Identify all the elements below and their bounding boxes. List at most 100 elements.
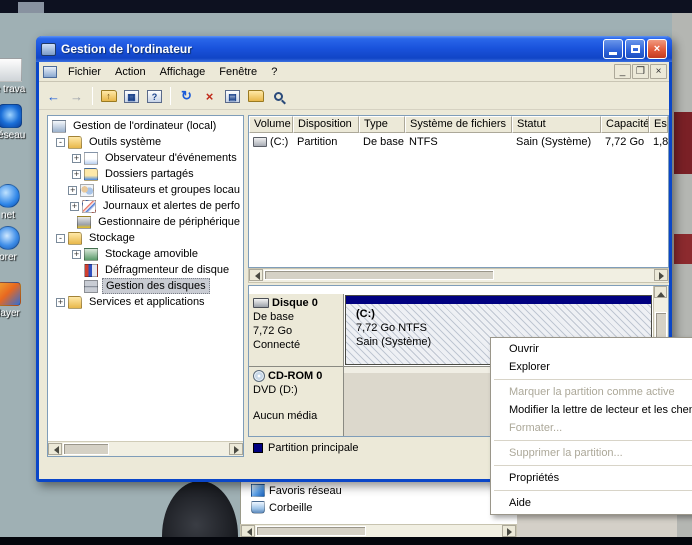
mdi-restore-button[interactable]: ❐ [632,64,649,79]
tree-item-defragmenteur[interactable]: Défragmenteur de disque [48,262,243,278]
internet-icon [0,184,20,208]
tree-item-gestion-des-disques[interactable]: Gestion des disques [48,278,243,294]
desktop-icon-network[interactable]: réseau [0,104,28,141]
up-folder-icon[interactable]: ↑ [98,86,119,107]
menu-separator [494,465,692,466]
column-header-statut[interactable]: Statut [512,116,601,133]
tree-horizontal-scrollbar[interactable] [48,441,243,456]
minimize-button[interactable] [603,39,623,59]
tree-item-observateur-evenements[interactable]: + Observateur d'événements [48,150,243,166]
context-menu-explorer[interactable]: Explorer [491,358,692,376]
search-icon[interactable] [268,86,289,107]
scrollbar-thumb[interactable] [63,443,109,455]
column-header-espace[interactable]: Esp [649,116,668,133]
desktop-icon-label: layer [0,308,27,319]
collapse-icon[interactable]: - [56,138,65,147]
column-header-volume[interactable]: Volume [249,116,293,133]
disk0-card[interactable]: Disque 0 De base 7,72 Go Connecté [249,294,344,366]
column-header-type[interactable]: Type [359,116,405,133]
tree-item-utilisateurs-groupes[interactable]: + Utilisateurs et groupes locau [48,182,243,198]
menu-help[interactable]: ? [264,64,284,80]
context-menu-modifier-lettre[interactable]: Modifier la lettre de lecteur et les che… [491,401,692,419]
tree-item-gestionnaire-peripheriques[interactable]: Gestionnaire de périphérique [48,214,243,230]
help-icon[interactable]: ? [144,86,165,107]
tree-item-stockage[interactable]: - Stockage [48,230,243,246]
context-menu-aide[interactable]: Aide [491,494,692,512]
open-folder-icon[interactable] [245,86,266,107]
scroll-right-button[interactable] [654,269,668,281]
disk0-name: Disque 0 [272,297,318,309]
column-header-capacite[interactable]: Capacité [601,116,649,133]
minimize-icon [609,52,617,55]
cdrom-card[interactable]: CD-ROM 0 DVD (D:) Aucun média [249,367,344,437]
menu-affichage[interactable]: Affichage [153,64,213,80]
tree-item-dossiers-partages[interactable]: + Dossiers partagés [48,166,243,182]
refresh-icon[interactable]: ↻ [176,86,197,107]
tree-item-root[interactable]: Gestion de l'ordinateur (local) [48,118,243,134]
column-header-systeme-fichiers[interactable]: Système de fichiers [405,116,512,133]
scroll-left-button[interactable] [241,525,255,537]
delete-icon[interactable]: × [199,86,220,107]
background-red-block [674,112,692,174]
desktop-icon-internet[interactable]: net [0,184,26,221]
console-window-icon[interactable] [43,66,57,78]
network-icon [0,104,22,128]
partition-name: (C:) [356,308,431,320]
menu-fenetre[interactable]: Fenêtre [212,64,264,80]
toolbar-separator [92,87,93,105]
back-icon[interactable]: ← [43,86,64,107]
computer-management-icon [41,43,56,56]
maximize-button[interactable] [625,39,645,59]
context-menu-ouvrir[interactable]: Ouvrir [491,340,692,358]
volume-row-c[interactable]: (C:) Partition De base NTFS Sain (Systèm… [249,133,668,150]
context-menu-proprietes[interactable]: Propriétés [491,469,692,487]
volume-list-header: Volume Disposition Type Système de fichi… [249,116,668,133]
tree-item-outils-systeme[interactable]: - Outils système [48,134,243,150]
scroll-left-button[interactable] [249,269,263,281]
partition-context-menu: Ouvrir Explorer Marquer la partition com… [490,337,692,515]
mdi-minimize-button[interactable]: _ [614,64,631,79]
tree-item-services-applications[interactable]: + Services et applications [48,294,243,310]
users-icon [80,184,94,197]
desktop-icon-document[interactable]: e trava [0,58,28,95]
removable-storage-icon [84,248,98,261]
menu-fichier[interactable]: Fichier [61,64,108,80]
background-red-block [674,234,692,264]
arrow-left-icon [50,446,59,454]
expand-icon[interactable]: + [72,250,81,259]
scrollbar-thumb[interactable] [256,526,366,536]
menu-separator [494,440,692,441]
cdrom-name: CD-ROM 0 [268,370,322,382]
title-bar[interactable]: Gestion de l'ordinateur × [36,36,672,62]
background-horizontal-scrollbar[interactable] [240,524,517,538]
tree-item-recycle-bin[interactable]: Corbeille [241,499,517,516]
tree-item-network-places[interactable]: Favoris réseau [241,482,517,499]
volume-disposition: Partition [293,135,359,149]
desktop-icon-media-player[interactable]: layer [0,282,27,319]
expand-icon[interactable]: + [72,154,81,163]
scroll-up-button[interactable] [654,286,667,298]
expand-icon[interactable]: + [56,298,65,307]
desktop-icon-explorer[interactable]: orer [0,226,26,263]
properties-icon[interactable]: ▤ [222,86,243,107]
scroll-right-button[interactable] [229,443,243,455]
scroll-left-button[interactable] [48,443,62,455]
show-hide-tree-icon[interactable]: ▦ [121,86,142,107]
scroll-right-button[interactable] [502,525,516,537]
list-horizontal-scrollbar[interactable] [248,268,669,283]
forward-icon[interactable]: → [66,86,87,107]
desktop-icon-label: réseau [0,130,28,141]
close-icon: × [654,43,660,55]
collapse-icon[interactable]: - [56,234,65,243]
tree-item-journaux-alertes[interactable]: + Journaux et alertes de perfo [48,198,243,214]
mdi-close-button[interactable]: × [650,64,667,79]
expand-icon[interactable]: + [70,202,79,211]
scrollbar-thumb[interactable] [264,270,494,280]
expand-icon[interactable]: + [72,170,81,179]
tree-item-stockage-amovible[interactable]: + Stockage amovible [48,246,243,262]
cdrom-status: Aucun média [253,410,339,422]
menu-action[interactable]: Action [108,64,153,80]
column-header-disposition[interactable]: Disposition [293,116,359,133]
close-button[interactable]: × [647,39,667,59]
expand-icon[interactable]: + [68,186,77,195]
